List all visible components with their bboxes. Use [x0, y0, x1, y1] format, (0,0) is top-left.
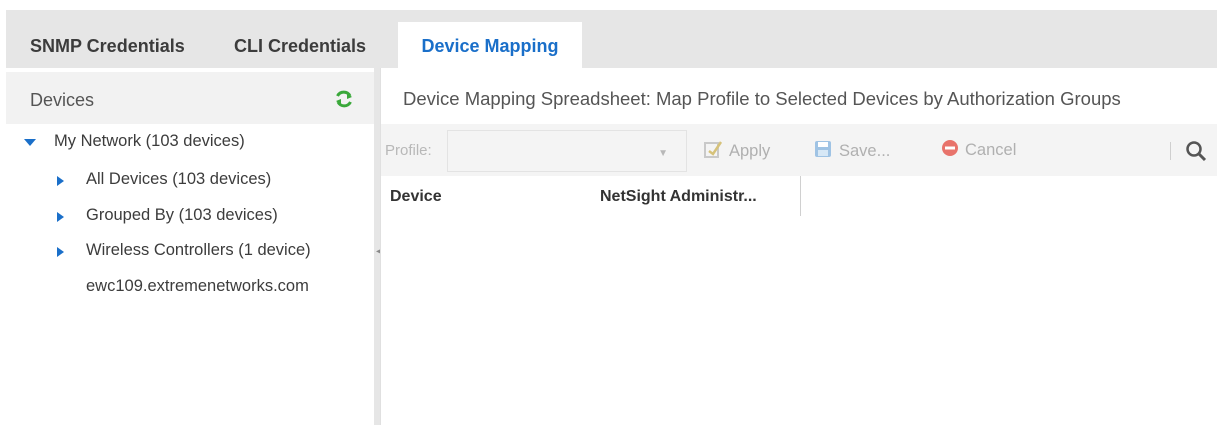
profile-select[interactable]: ▼ [447, 130, 687, 172]
tab-snmp-credentials[interactable]: SNMP Credentials [20, 22, 195, 68]
save-icon [813, 139, 833, 164]
search-icon[interactable] [1184, 139, 1208, 163]
devices-panel: Devices My Network (103 devices) All Dev… [6, 68, 374, 425]
tree-item-all-devices[interactable]: All Devices (103 devices) [56, 170, 271, 189]
tab-bar: SNMP Credentials CLI Credentials Device … [6, 10, 1217, 68]
tab-device-mapping[interactable]: Device Mapping [398, 22, 582, 68]
devices-panel-header: Devices [6, 72, 374, 124]
tab-cli-credentials[interactable]: CLI Credentials [224, 22, 376, 68]
column-separator[interactable] [800, 176, 801, 216]
tree-item-grouped-by[interactable]: Grouped By (103 devices) [56, 206, 278, 225]
apply-button[interactable]: Apply [703, 139, 770, 164]
tree-item-wireless-controllers[interactable]: Wireless Controllers (1 device) [56, 241, 311, 260]
apply-label: Apply [729, 141, 771, 160]
device-mapping-panel: Device Mapping Spreadsheet: Map Profile … [381, 68, 1217, 425]
refresh-icon[interactable] [333, 88, 355, 110]
caret-right-icon[interactable] [56, 246, 65, 258]
mapping-grid-header: Device NetSight Administr... [381, 176, 1217, 216]
devices-panel-title: Devices [30, 90, 95, 110]
chevron-down-icon: ▼ [658, 148, 668, 159]
toolbar-separator [1170, 142, 1171, 160]
cancel-button[interactable]: Cancel [941, 139, 1016, 162]
column-header-netsight-administrator[interactable]: NetSight Administr... [600, 188, 757, 206]
mapping-toolbar: Profile: ▼ Apply Save... Cancel [381, 124, 1217, 176]
caret-right-icon[interactable] [56, 211, 65, 223]
caret-right-icon[interactable] [56, 175, 65, 187]
tree-item-label: My Network (103 devices) [54, 132, 245, 150]
save-button[interactable]: Save... [813, 139, 890, 164]
caret-down-icon[interactable] [24, 138, 36, 148]
window-top-strip [0, 0, 1217, 10]
tree-item-label: ewc109.extremenetworks.com [86, 277, 309, 295]
cancel-icon [941, 139, 959, 162]
mapping-title: Device Mapping Spreadsheet: Map Profile … [403, 88, 1121, 109]
apply-icon [703, 139, 723, 164]
tree-item-label: All Devices (103 devices) [86, 170, 272, 188]
tree-item-label: Wireless Controllers (1 device) [86, 241, 311, 259]
save-label: Save... [839, 141, 891, 160]
tree-item-ewc109[interactable]: ewc109.extremenetworks.com [86, 277, 309, 296]
column-header-device[interactable]: Device [390, 188, 442, 206]
profile-label: Profile: [385, 142, 432, 159]
tree-item-my-network[interactable]: My Network (103 devices) [24, 132, 245, 151]
tree-item-label: Grouped By (103 devices) [86, 206, 278, 224]
cancel-label: Cancel [965, 140, 1017, 159]
